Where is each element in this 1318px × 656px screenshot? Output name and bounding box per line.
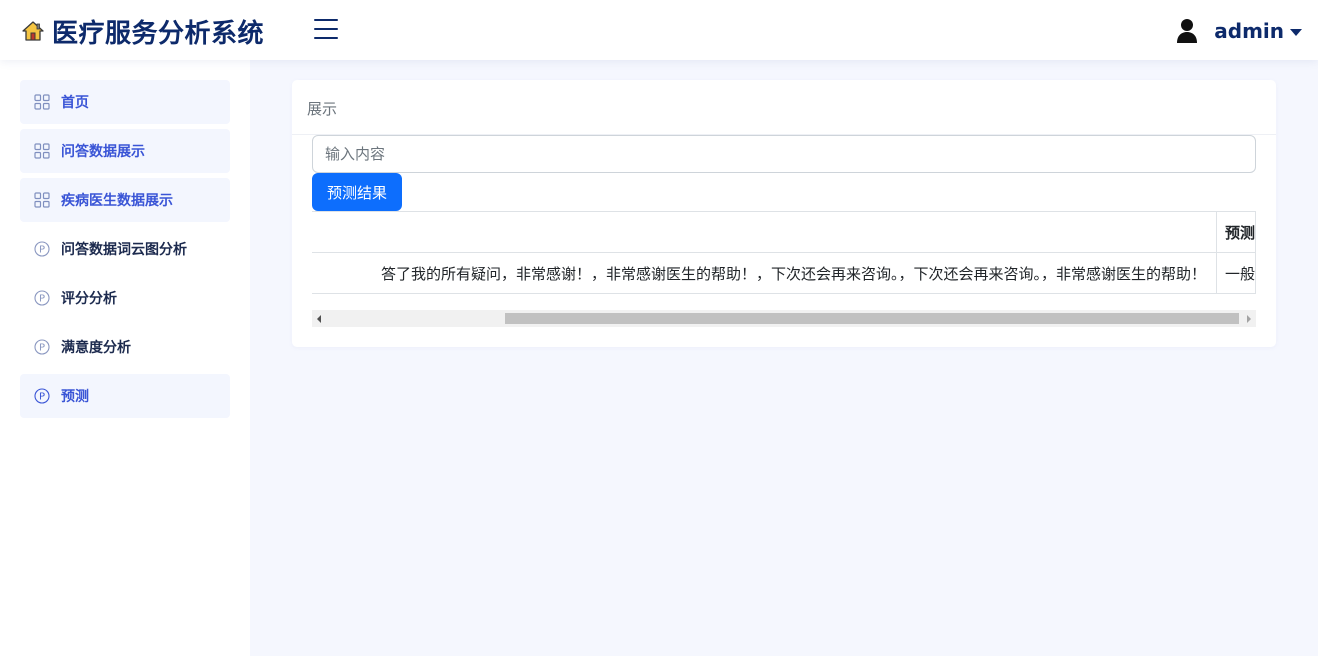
row-text: 答了我的所有疑问，非常感谢！，非常感谢医生的帮助！，下次还会再来咨询。，下次还会… [380,264,1206,283]
sidebar-item-label: 预测 [61,389,89,405]
sidebar-item-disease-doctor-data[interactable]: 疾病医生数据展示 [20,178,230,222]
sidebar-item-label: 满意度分析 [61,340,131,356]
scroll-left-arrow-icon[interactable] [317,315,321,323]
table-cell-text: 答了我的所有疑问，非常感谢！，非常感谢医生的帮助！，下次还会再来咨询。，下次还会… [312,252,1217,294]
circle-p-icon: P [34,339,50,355]
svg-text:P: P [39,343,45,354]
table-cell-prediction: 一般 [1216,252,1255,294]
sidebar-item-label: 评分分析 [61,291,117,307]
prediction-card: 展示 预测结果 预测 答了我的所有疑问，非常感谢！，非常感谢医生的帮助！，下次还… [292,80,1276,347]
table-row: 答了我的所有疑问，非常感谢！，非常感谢医生的帮助！，下次还会再来咨询。，下次还会… [312,252,1255,294]
svg-text:P: P [39,392,45,403]
svg-text:P: P [39,245,45,256]
grid-icon [34,94,50,110]
hamburger-menu-icon[interactable] [314,19,338,41]
top-navbar: 医疗服务分析系统 admin [0,0,1318,60]
grid-icon [34,192,50,208]
brand[interactable]: 医疗服务分析系统 [22,14,265,49]
sidebar-item-label: 问答数据展示 [61,144,145,160]
circle-p-icon: P [34,241,50,257]
user-menu[interactable]: admin [1176,16,1302,46]
sidebar-item-home[interactable]: 首页 [20,80,230,124]
scrollbar-thumb[interactable] [505,313,1239,324]
scroll-right-arrow-icon[interactable] [1247,315,1251,323]
user-name: admin [1214,19,1284,43]
sidebar-item-label: 疾病医生数据展示 [61,193,173,209]
sidebar-item-rating-analysis[interactable]: P 评分分析 [20,276,230,320]
predict-button[interactable]: 预测结果 [312,173,402,211]
results-table: 预测 答了我的所有疑问，非常感谢！，非常感谢医生的帮助！，下次还会再来咨询。，下… [312,211,1255,294]
content-input[interactable] [312,135,1256,173]
svg-text:P: P [39,294,45,305]
sidebar-item-label: 首页 [61,95,89,111]
app-title: 医疗服务分析系统 [52,18,265,49]
circle-p-icon: P [34,388,50,404]
chevron-down-icon [1290,28,1302,36]
horizontal-scrollbar[interactable] [312,310,1256,327]
sidebar: 首页 问答数据展示 疾病医生数据展示 P 问答数据词云图分析 P 评分分析 P … [0,60,250,656]
sidebar-item-prediction[interactable]: P 预测 [20,374,230,418]
sidebar-item-wordcloud[interactable]: P 问答数据词云图分析 [20,227,230,271]
sidebar-item-qa-data[interactable]: 问答数据展示 [20,129,230,173]
card-title: 展示 [292,80,1276,135]
circle-p-icon: P [34,290,50,306]
grid-icon [34,143,50,159]
sidebar-item-label: 问答数据词云图分析 [61,242,187,258]
table-header-prediction: 预测 [1216,211,1255,253]
results-table-scroller[interactable]: 预测 答了我的所有疑问，非常感谢！，非常感谢医生的帮助！，下次还会再来咨询。，下… [312,211,1256,294]
table-header-text [312,211,1217,253]
sidebar-item-satisfaction-analysis[interactable]: P 满意度分析 [20,325,230,369]
user-icon [1177,19,1198,43]
home-icon [22,21,44,41]
